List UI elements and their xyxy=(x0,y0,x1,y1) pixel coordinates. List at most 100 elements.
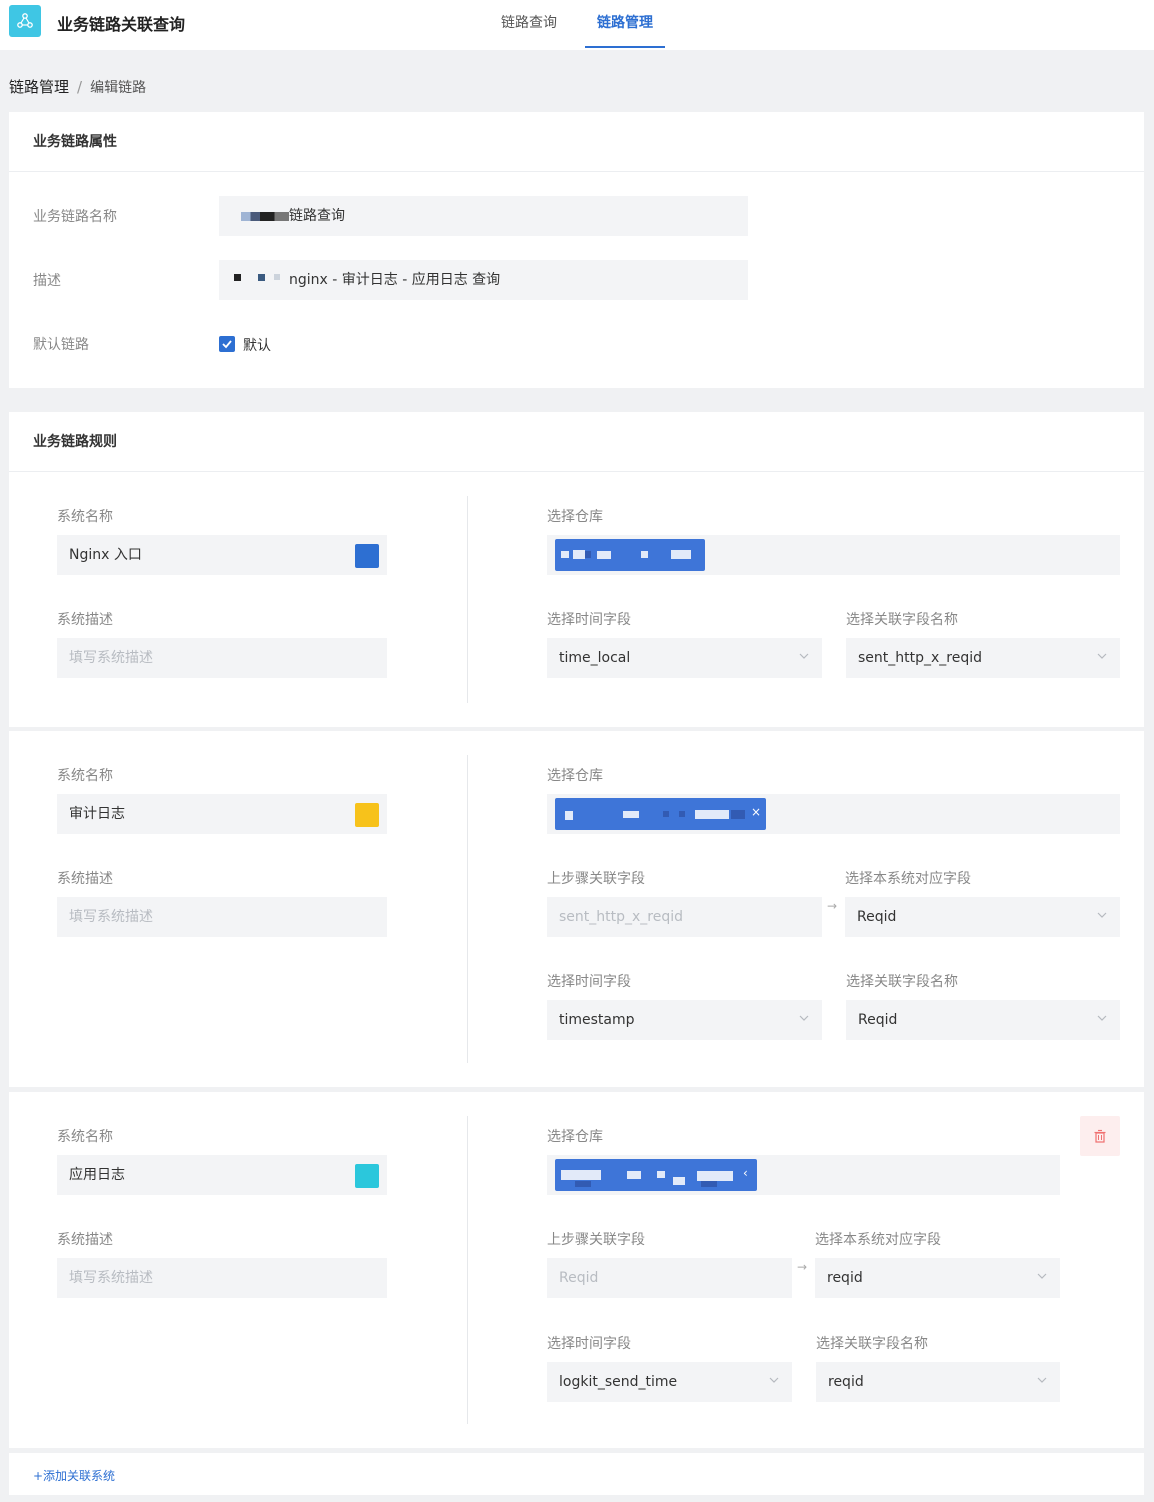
top-bar: 业务链路关联查询 链路查询 链路管理 xyxy=(0,0,1154,50)
chevron-down-icon xyxy=(1037,1273,1047,1279)
system-color-picker[interactable] xyxy=(355,803,379,827)
time-field-value: timestamp xyxy=(559,1012,635,1028)
system-name-input[interactable]: Nginx 入口 xyxy=(57,535,387,575)
chevron-down-icon xyxy=(1097,912,1107,918)
repo-label: 选择仓库 xyxy=(547,1129,603,1145)
chevron-down-icon xyxy=(1097,653,1107,659)
tag-close-icon[interactable]: ‹ xyxy=(743,1166,748,1180)
system-desc-input[interactable]: 填写系统描述 xyxy=(57,638,387,678)
time-field-select[interactable]: logkit_send_time xyxy=(547,1362,792,1402)
chevron-down-icon xyxy=(769,1377,779,1383)
repo-tag[interactable]: ‹ xyxy=(555,1159,757,1191)
repo-label: 选择仓库 xyxy=(547,509,603,525)
arrow-right-icon: → xyxy=(797,1260,808,1274)
redacted-text xyxy=(241,212,289,221)
repo-select[interactable]: × xyxy=(547,794,1120,834)
chevron-down-icon xyxy=(1097,1015,1107,1021)
time-field-value: time_local xyxy=(559,650,631,666)
system-name-input[interactable]: 应用日志 xyxy=(57,1155,387,1195)
delete-system-button[interactable] xyxy=(1080,1116,1120,1156)
system-desc-label: 系统描述 xyxy=(57,871,113,887)
chevron-down-icon xyxy=(799,653,809,659)
time-field-value: logkit_send_time xyxy=(559,1374,678,1390)
prev-step-field-input: Reqid xyxy=(547,1258,792,1298)
time-field-label: 选择时间字段 xyxy=(547,612,631,628)
system-name-input[interactable]: 审计日志 xyxy=(57,794,387,834)
own-field-label: 选择本系统对应字段 xyxy=(815,1232,941,1248)
system-name-value: Nginx 入口 xyxy=(69,547,142,563)
link-field-value: reqid xyxy=(828,1374,864,1390)
system-name-value: 审计日志 xyxy=(69,806,125,822)
redacted-text xyxy=(258,274,265,281)
system-color-picker[interactable] xyxy=(355,1164,379,1188)
tag-close-icon[interactable]: × xyxy=(751,805,761,819)
link-field-select[interactable]: sent_http_x_reqid xyxy=(846,638,1120,678)
chevron-down-icon xyxy=(799,1015,809,1021)
system-color-picker[interactable] xyxy=(355,544,379,568)
check-icon xyxy=(222,340,232,349)
prev-step-field-input: sent_http_x_reqid xyxy=(547,897,822,937)
rules-card: 业务链路规则 xyxy=(9,412,1144,472)
chevron-down-icon xyxy=(1037,1377,1047,1383)
link-field-select[interactable]: Reqid xyxy=(846,1000,1120,1040)
prev-step-field-label: 上步骤关联字段 xyxy=(547,1232,645,1248)
breadcrumb: 链路管理 / 编辑链路 xyxy=(9,76,146,97)
system-name-value: 应用日志 xyxy=(69,1167,125,1183)
system-block-3: 系统名称 应用日志 系统描述 填写系统描述 选择仓库 ‹ 上步骤关联字段 Req… xyxy=(9,1092,1144,1448)
system-desc-label: 系统描述 xyxy=(57,612,113,628)
own-field-value: Reqid xyxy=(857,909,897,925)
app-title: 业务链路关联查询 xyxy=(57,15,186,34)
trash-icon xyxy=(1094,1129,1106,1143)
own-field-select[interactable]: reqid xyxy=(815,1258,1060,1298)
default-link-label: 默认链路 xyxy=(33,337,89,353)
system-desc-input[interactable]: 填写系统描述 xyxy=(57,897,387,937)
link-field-label: 选择关联字段名称 xyxy=(816,1336,928,1352)
repo-select[interactable]: ‹ xyxy=(547,1155,1060,1195)
system-block-1: 系统名称 Nginx 入口 系统描述 填写系统描述 选择仓库 选择时间字段 ti… xyxy=(9,472,1144,727)
system-desc-input[interactable]: 填写系统描述 xyxy=(57,1258,387,1298)
tab-link-manage[interactable]: 链路管理 xyxy=(597,12,653,32)
own-field-value: reqid xyxy=(827,1270,863,1286)
arrow-right-icon: → xyxy=(827,899,838,913)
time-field-label: 选择时间字段 xyxy=(547,1336,631,1352)
link-name-value: 链路查询 xyxy=(289,208,345,224)
tab-link-query[interactable]: 链路查询 xyxy=(501,12,557,32)
system-block-2: 系统名称 审计日志 系统描述 填写系统描述 选择仓库 × 上步骤关联字段 sen… xyxy=(9,731,1144,1087)
repo-label: 选择仓库 xyxy=(547,768,603,784)
system-desc-label: 系统描述 xyxy=(57,1232,113,1248)
time-field-select[interactable]: timestamp xyxy=(547,1000,822,1040)
description-input[interactable]: nginx - 审计日志 - 应用日志 查询 xyxy=(219,260,748,300)
breadcrumb-root[interactable]: 链路管理 xyxy=(9,78,69,96)
column-divider xyxy=(467,1116,468,1424)
link-field-select[interactable]: reqid xyxy=(816,1362,1060,1402)
active-tab-indicator xyxy=(585,46,665,48)
add-system-link[interactable]: +添加关联系统 xyxy=(33,1467,115,1484)
link-field-value: Reqid xyxy=(858,1012,898,1028)
system-name-label: 系统名称 xyxy=(57,509,113,525)
graph-nodes-icon xyxy=(9,5,41,37)
description-value: nginx - 审计日志 - 应用日志 查询 xyxy=(289,272,501,288)
repo-tag[interactable] xyxy=(555,539,705,571)
column-divider xyxy=(467,755,468,1063)
repo-select[interactable] xyxy=(547,535,1120,575)
system-name-label: 系统名称 xyxy=(57,1129,113,1145)
time-field-select[interactable]: time_local xyxy=(547,638,822,678)
own-field-label: 选择本系统对应字段 xyxy=(845,871,971,887)
default-checkbox[interactable] xyxy=(219,336,235,352)
link-field-label: 选择关联字段名称 xyxy=(846,974,958,990)
link-field-value: sent_http_x_reqid xyxy=(858,650,983,666)
breadcrumb-separator: / xyxy=(77,78,83,96)
attributes-card: 业务链路属性 业务链路名称 链路查询 描述 nginx - 审计日志 - 应用日… xyxy=(9,112,1144,388)
time-field-label: 选择时间字段 xyxy=(547,974,631,990)
prev-step-field-label: 上步骤关联字段 xyxy=(547,871,645,887)
description-label: 描述 xyxy=(33,273,61,289)
redacted-text xyxy=(274,274,280,280)
own-field-select[interactable]: Reqid xyxy=(845,897,1120,937)
link-field-label: 选择关联字段名称 xyxy=(846,612,958,628)
rules-header: 业务链路规则 xyxy=(9,412,1144,472)
link-name-label: 业务链路名称 xyxy=(33,209,117,225)
column-divider xyxy=(467,496,468,703)
link-name-input[interactable]: 链路查询 xyxy=(219,196,748,236)
repo-tag[interactable]: × xyxy=(555,798,766,830)
breadcrumb-current: 编辑链路 xyxy=(90,80,147,96)
